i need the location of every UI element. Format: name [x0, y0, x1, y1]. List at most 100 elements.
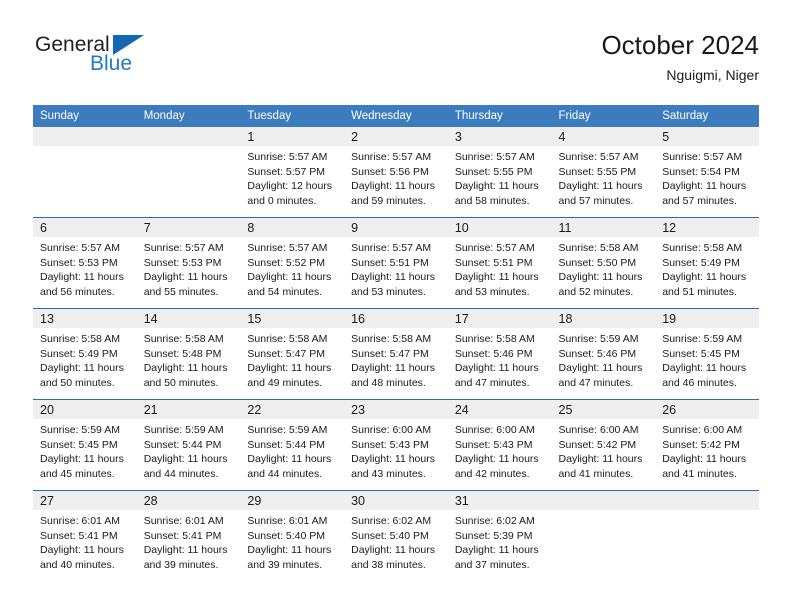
- day-detail-line: Sunrise: 5:57 AM: [143, 242, 224, 254]
- calendar-cell: 23 Sunrise: 6:00 AM Sunset: 5:43 PM Dayligh…: [344, 399, 448, 491]
- calendar-day[interactable]: 25 Sunrise: 6:00 AM Sunset: 5:42 PM Dayligh…: [551, 400, 656, 490]
- day-number-band: 4: [551, 127, 656, 146]
- day-number: 27: [40, 494, 54, 508]
- day-detail-line: Sunrise: 5:58 AM: [662, 242, 743, 254]
- calendar-day[interactable]: 15 Sunrise: 5:58 AM Sunset: 5:47 PM Dayligh…: [240, 309, 345, 399]
- day-detail-line: Daylight: 11 hours: [40, 271, 124, 284]
- day-detail-line: Daylight: 11 hours: [558, 453, 643, 466]
- day-number-band: 10: [447, 218, 552, 237]
- calendar-cell: 22 Sunrise: 5:59 AM Sunset: 5:44 PM Dayligh…: [240, 399, 345, 491]
- calendar-day[interactable]: 5 Sunrise: 5:57 AM Sunset: 5:54 PM Daylight…: [655, 127, 759, 217]
- calendar-day[interactable]: 24 Sunrise: 6:00 AM Sunset: 5:43 PM Dayligh…: [447, 400, 552, 490]
- day-details: Sunrise: 5:57 AM Sunset: 5:51 PM Daylight:…: [344, 237, 448, 299]
- day-number: 24: [454, 403, 469, 417]
- day-detail-line: Sunset: 5:46 PM: [558, 347, 637, 360]
- day-details: Sunrise: 5:57 AM Sunset: 5:56 PM Daylight:…: [344, 146, 448, 208]
- calendar-day[interactable]: 6 Sunrise: 5:57 AM Sunset: 5:53 PM Daylight…: [33, 218, 137, 308]
- calendar-day[interactable]: 22 Sunrise: 5:59 AM Sunset: 5:44 PM Dayligh…: [240, 400, 345, 490]
- day-detail-line: Daylight: 11 hours: [662, 271, 747, 284]
- day-details: Sunrise: 6:01 AM Sunset: 5:40 PM Daylight:…: [240, 510, 344, 572]
- calendar-cell: 31 Sunrise: 6:02 AM Sunset: 5:39 PM Dayligh…: [447, 490, 552, 581]
- calendar-day[interactable]: 28 Sunrise: 6:01 AM Sunset: 5:41 PM Dayligh…: [136, 491, 241, 581]
- calendar-day[interactable]: 16 Sunrise: 5:58 AM Sunset: 5:47 PM Dayligh…: [344, 309, 448, 399]
- calendar-day[interactable]: 7 Sunrise: 5:57 AM Sunset: 5:53 PM Daylight…: [136, 218, 241, 308]
- calendar-day[interactable]: 27 Sunrise: 6:01 AM Sunset: 5:41 PM Dayligh…: [33, 491, 137, 581]
- day-detail-line: and 57 minutes.: [662, 194, 737, 207]
- calendar-day[interactable]: 4 Sunrise: 5:57 AM Sunset: 5:55 PM Daylight…: [551, 127, 656, 217]
- day-detail-line: Daylight: 11 hours: [454, 180, 539, 193]
- day-detail-line: and 39 minutes.: [247, 558, 323, 571]
- calendar-day[interactable]: 21 Sunrise: 5:59 AM Sunset: 5:44 PM Dayligh…: [136, 400, 241, 490]
- day-details: Sunrise: 5:58 AM Sunset: 5:50 PM Daylight:…: [552, 237, 656, 299]
- day-detail-line: Sunset: 5:40 PM: [247, 529, 326, 542]
- day-number-band: [136, 127, 241, 146]
- calendar-day[interactable]: 9 Sunrise: 5:57 AM Sunset: 5:51 PM Daylight…: [344, 218, 448, 308]
- day-detail-line: and 59 minutes.: [351, 194, 426, 207]
- day-number: 2: [351, 130, 359, 144]
- calendar-week-row: 20 Sunrise: 5:59 AM Sunset: 5:45 PM Dayligh…: [33, 399, 759, 491]
- day-number: 9: [351, 221, 359, 235]
- calendar-day[interactable]: 8 Sunrise: 5:57 AM Sunset: 5:52 PM Daylight…: [240, 218, 345, 308]
- day-detail-line: Sunrise: 6:01 AM: [143, 515, 224, 527]
- day-detail-line: Sunset: 5:42 PM: [662, 438, 740, 451]
- day-detail-line: Sunrise: 5:59 AM: [662, 333, 743, 345]
- calendar-day[interactable]: 26 Sunrise: 6:00 AM Sunset: 5:42 PM Dayligh…: [655, 400, 759, 490]
- day-detail-line: Sunset: 5:41 PM: [143, 529, 222, 542]
- day-detail-line: Sunrise: 6:00 AM: [662, 424, 743, 436]
- day-number-band: 1: [240, 127, 345, 146]
- day-detail-line: Sunset: 5:55 PM: [454, 165, 533, 178]
- day-detail-line: Sunset: 5:54 PM: [662, 165, 740, 178]
- calendar-day[interactable]: 3 Sunrise: 5:57 AM Sunset: 5:55 PM Daylight…: [447, 127, 552, 217]
- day-detail-line: Sunrise: 5:58 AM: [351, 333, 432, 345]
- day-details: Sunrise: 6:01 AM Sunset: 5:41 PM Daylight:…: [137, 510, 241, 572]
- day-detail-line: Sunrise: 6:01 AM: [40, 515, 120, 527]
- calendar-day[interactable]: 20 Sunrise: 5:59 AM Sunset: 5:45 PM Dayligh…: [33, 400, 137, 490]
- calendar-cell: 4 Sunrise: 5:57 AM Sunset: 5:55 PM Daylight…: [551, 127, 656, 218]
- day-detail-line: Sunrise: 5:57 AM: [454, 151, 535, 163]
- day-details: Sunrise: 5:58 AM Sunset: 5:49 PM Daylight:…: [33, 328, 137, 390]
- calendar-cell: 17 Sunrise: 5:58 AM Sunset: 5:46 PM Dayligh…: [447, 308, 552, 400]
- calendar-day[interactable]: 29 Sunrise: 6:01 AM Sunset: 5:40 PM Dayligh…: [240, 491, 345, 581]
- calendar-week-row: 6 Sunrise: 5:57 AM Sunset: 5:53 PM Daylight…: [33, 217, 759, 309]
- calendar-day[interactable]: 17 Sunrise: 5:58 AM Sunset: 5:46 PM Dayligh…: [447, 309, 552, 399]
- day-details: Sunrise: 5:59 AM Sunset: 5:45 PM Daylight:…: [33, 419, 137, 481]
- day-detail-line: Daylight: 11 hours: [351, 271, 435, 284]
- day-detail-line: Sunrise: 5:57 AM: [247, 151, 328, 163]
- day-detail-line: and 47 minutes.: [558, 376, 634, 389]
- day-detail-line: Sunrise: 6:02 AM: [454, 515, 535, 527]
- day-number: 6: [40, 221, 47, 235]
- calendar-day[interactable]: 23 Sunrise: 6:00 AM Sunset: 5:43 PM Dayligh…: [344, 400, 448, 490]
- calendar-cell: 7 Sunrise: 5:57 AM Sunset: 5:53 PM Daylight…: [136, 217, 241, 309]
- calendar-cell: 20 Sunrise: 5:59 AM Sunset: 5:45 PM Dayligh…: [33, 399, 137, 491]
- weekday-header-saturday: Saturday: [655, 105, 759, 127]
- day-number-band: 22: [240, 400, 345, 419]
- day-details: Sunrise: 5:58 AM Sunset: 5:49 PM Daylight:…: [655, 237, 759, 299]
- calendar-week-row: 13 Sunrise: 5:58 AM Sunset: 5:49 PM Dayligh…: [33, 308, 759, 400]
- day-number: 25: [558, 403, 573, 417]
- calendar-day[interactable]: 14 Sunrise: 5:58 AM Sunset: 5:48 PM Dayligh…: [136, 309, 241, 399]
- calendar-day[interactable]: 12 Sunrise: 5:58 AM Sunset: 5:49 PM Dayligh…: [655, 218, 759, 308]
- day-detail-line: Daylight: 11 hours: [143, 544, 228, 557]
- day-detail-line: Sunrise: 5:57 AM: [247, 242, 328, 254]
- day-detail-line: Sunrise: 5:59 AM: [143, 424, 224, 436]
- calendar-day[interactable]: 11 Sunrise: 5:58 AM Sunset: 5:50 PM Dayligh…: [551, 218, 656, 308]
- day-details: Sunrise: 6:02 AM Sunset: 5:40 PM Daylight:…: [344, 510, 448, 572]
- calendar-day[interactable]: 18 Sunrise: 5:59 AM Sunset: 5:46 PM Dayligh…: [551, 309, 656, 399]
- day-number: 1: [247, 130, 255, 144]
- day-detail-line: Daylight: 11 hours: [351, 362, 435, 375]
- day-number-band: 2: [344, 127, 448, 146]
- calendar-day[interactable]: 1 Sunrise: 5:57 AM Sunset: 5:57 PM Daylight…: [240, 127, 345, 217]
- calendar-day[interactable]: 2 Sunrise: 5:57 AM Sunset: 5:56 PM Daylight…: [344, 127, 448, 217]
- day-detail-line: Sunset: 5:49 PM: [40, 347, 118, 360]
- calendar-day[interactable]: 30 Sunrise: 6:02 AM Sunset: 5:40 PM Dayligh…: [344, 491, 448, 581]
- day-number: 14: [143, 312, 158, 326]
- day-detail-line: Sunrise: 5:57 AM: [40, 242, 120, 254]
- calendar-day[interactable]: 31 Sunrise: 6:02 AM Sunset: 5:39 PM Dayligh…: [447, 491, 552, 581]
- calendar-day[interactable]: 13 Sunrise: 5:58 AM Sunset: 5:49 PM Dayligh…: [33, 309, 137, 399]
- day-detail-line: Sunrise: 5:58 AM: [247, 333, 328, 345]
- calendar-day[interactable]: 19 Sunrise: 5:59 AM Sunset: 5:45 PM Dayligh…: [655, 309, 759, 399]
- calendar-cell: [136, 127, 241, 218]
- calendar-day[interactable]: 10 Sunrise: 5:57 AM Sunset: 5:51 PM Dayligh…: [447, 218, 552, 308]
- day-detail-line: and 46 minutes.: [662, 376, 737, 389]
- day-detail-line: Sunrise: 6:02 AM: [351, 515, 432, 527]
